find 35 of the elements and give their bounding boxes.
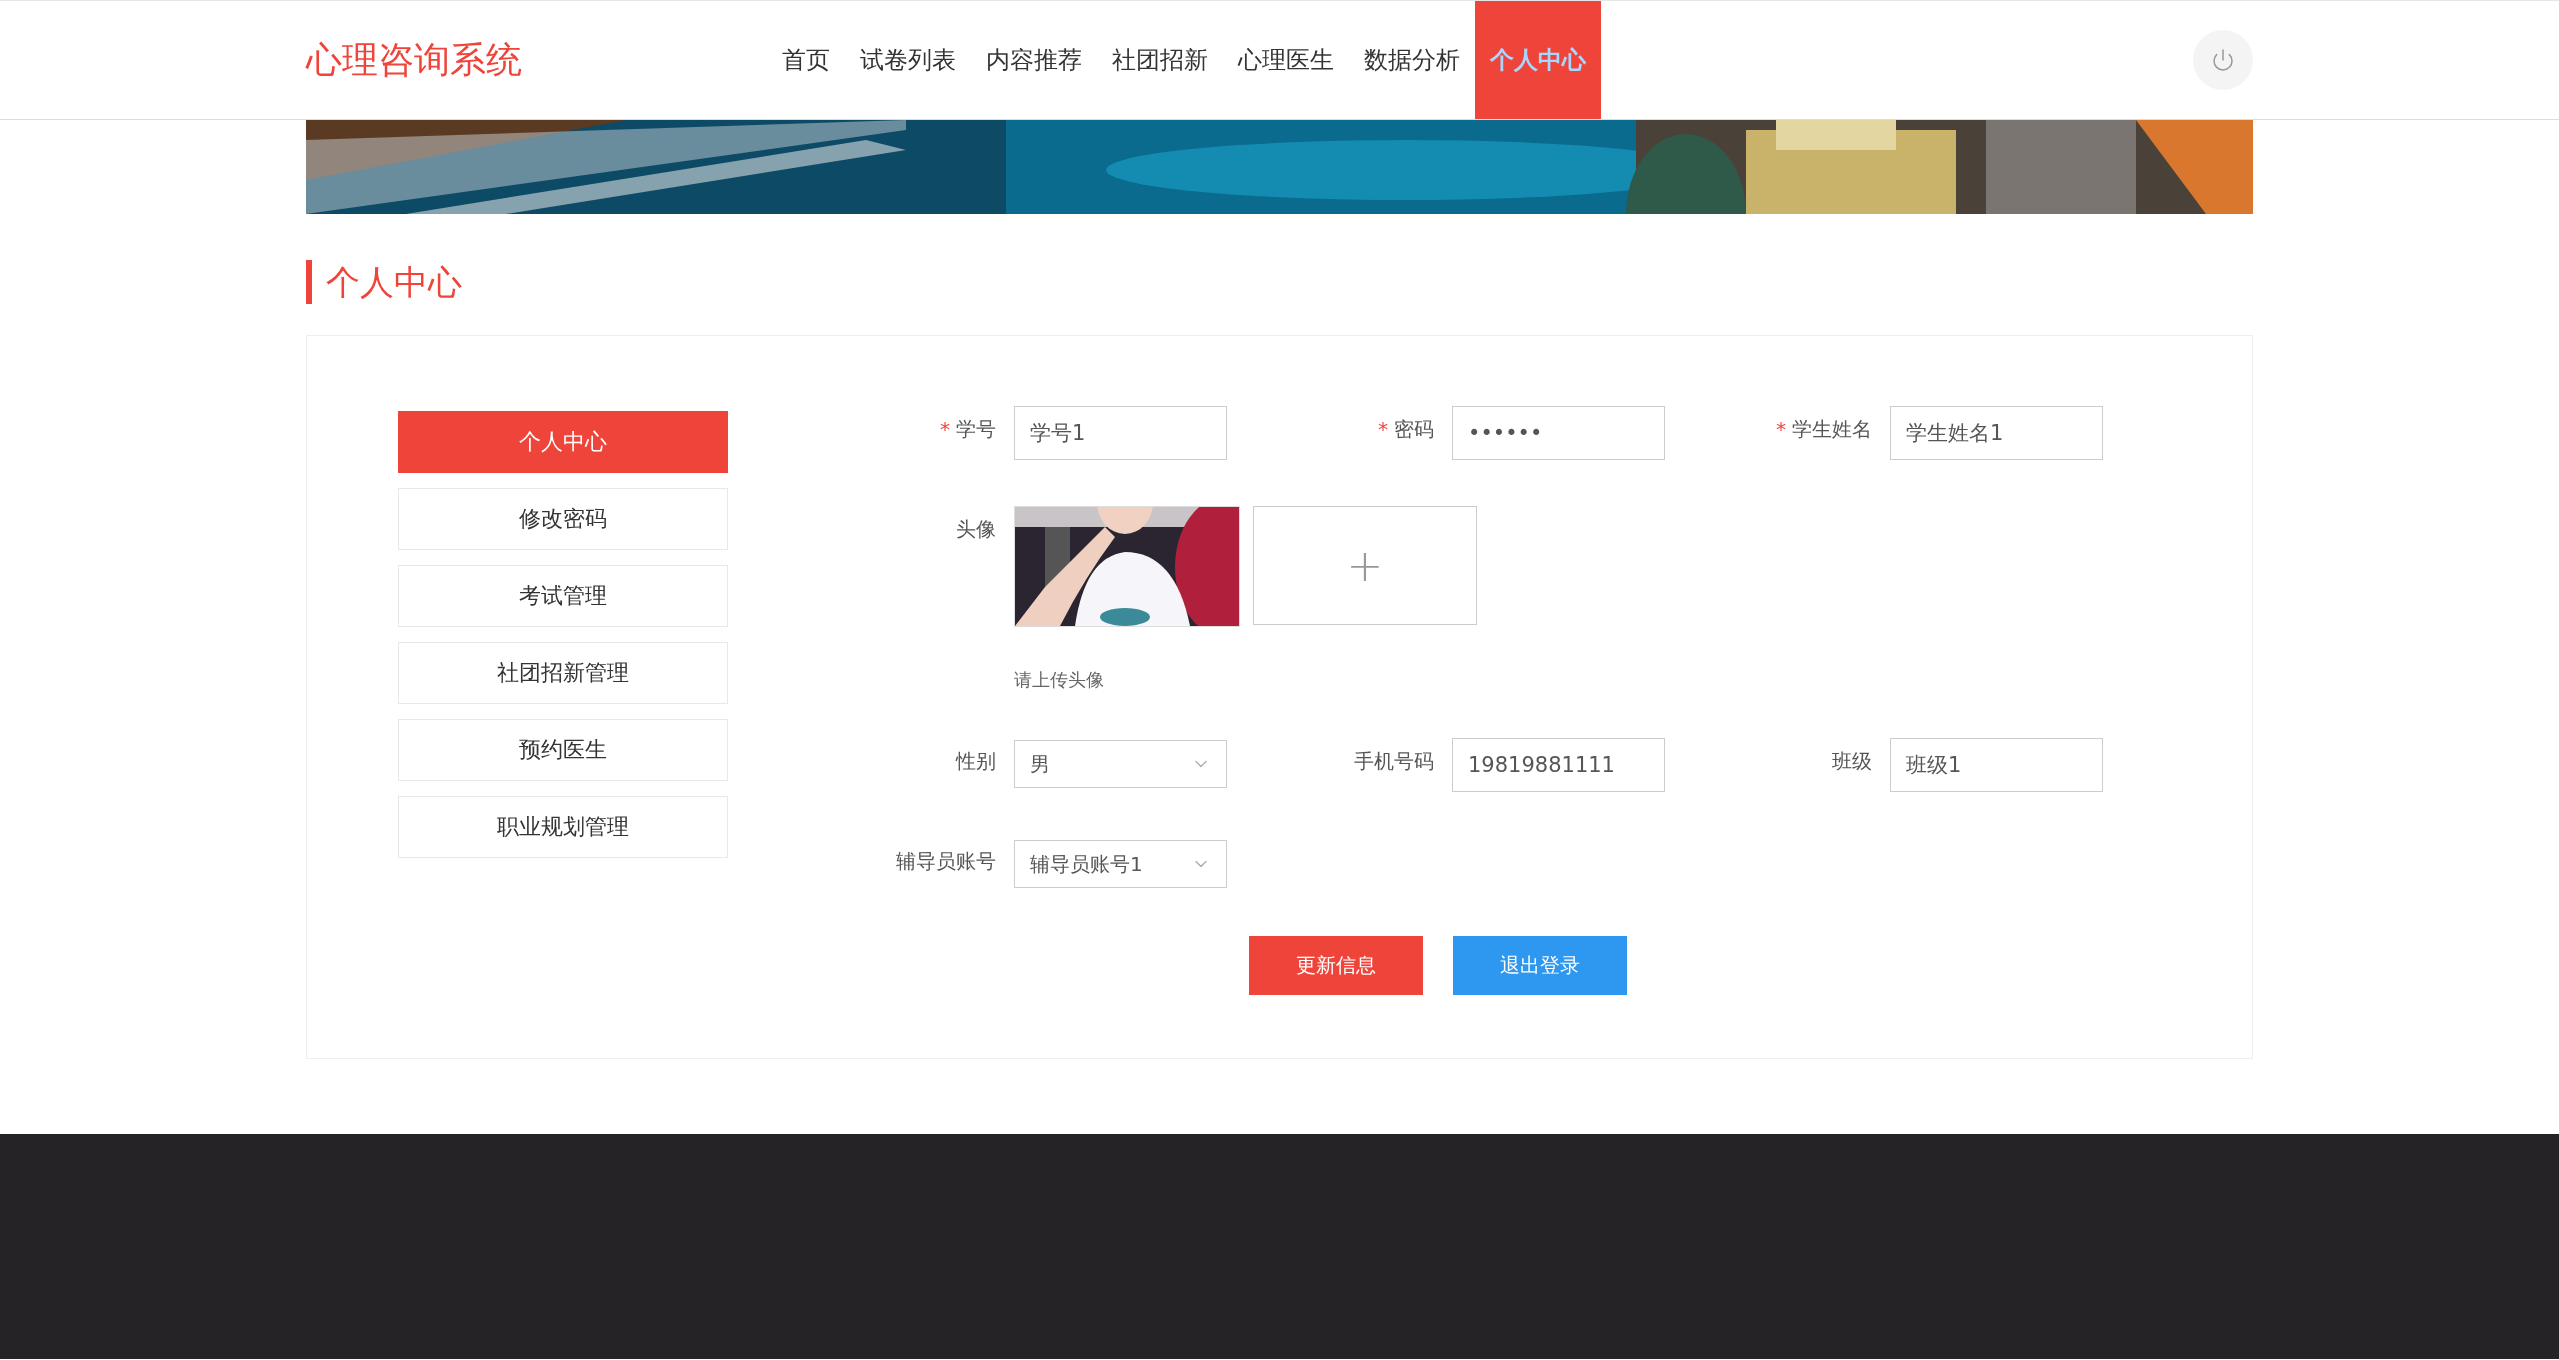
power-icon — [2211, 48, 2235, 72]
field-label: 性别 — [954, 748, 997, 775]
required-mark: * — [1776, 417, 1786, 441]
sidebar-item[interactable]: 修改密码 — [398, 488, 728, 550]
nav-tab[interactable]: 内容推荐 — [971, 1, 1097, 119]
logo: 心理咨询系统 — [306, 37, 523, 82]
sidebar-item[interactable]: 考试管理 — [398, 565, 728, 627]
field-label: * 密码 — [1377, 416, 1435, 443]
sidebar-item[interactable]: 社团招新管理 — [398, 642, 728, 704]
required-mark: * — [940, 417, 950, 441]
field-label: 辅导员账号 — [895, 848, 997, 875]
field-label: 班级 — [1831, 748, 1873, 775]
nav-tab[interactable]: 社团招新 — [1097, 1, 1223, 119]
sidebar-item[interactable]: 职业规划管理 — [398, 796, 728, 858]
nav-tab[interactable]: 心理医生 — [1223, 1, 1349, 119]
input-field[interactable]: 学生姓名1 — [1890, 406, 2103, 460]
sidebar-item[interactable]: 预约医生 — [398, 719, 728, 781]
nav-tab[interactable]: 首页 — [767, 1, 845, 119]
field-label: 手机号码 — [1353, 748, 1435, 775]
input-field[interactable]: 学号1 — [1014, 406, 1227, 460]
nav-tab[interactable]: 试卷列表 — [845, 1, 971, 119]
upload-hint: 请上传头像 — [1014, 668, 1105, 692]
select-field[interactable]: 辅导员账号1 — [1014, 840, 1227, 888]
select-field[interactable]: 男 — [1014, 740, 1227, 788]
field-label: * 学号 — [939, 416, 997, 443]
nav-tab[interactable]: 数据分析 — [1349, 1, 1475, 119]
required-mark: * — [1378, 417, 1388, 441]
section-title: 个人中心 — [306, 260, 2253, 304]
input-field[interactable]: •••••• — [1452, 406, 1665, 460]
field-label: 头像 — [955, 516, 997, 543]
input-field[interactable]: 班级1 — [1890, 738, 2103, 792]
update-button[interactable]: 更新信息 — [1249, 936, 1423, 995]
sidebar-item[interactable]: 个人中心 — [398, 411, 728, 473]
input-field[interactable]: 19819881111 — [1452, 738, 1665, 792]
field-label: * 学生姓名 — [1775, 416, 1873, 443]
